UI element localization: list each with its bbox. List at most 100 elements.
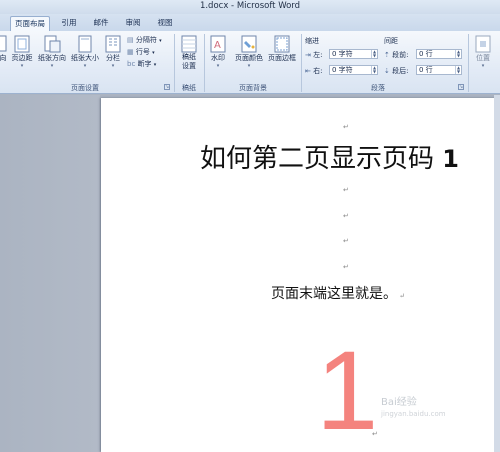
vertical-scrollbar[interactable] xyxy=(494,95,500,452)
page-border-label: 页面边框 xyxy=(268,54,296,62)
tab-references[interactable]: 引用 xyxy=(56,16,82,31)
margins-button[interactable]: 页边距 ▾ xyxy=(10,35,34,69)
columns-label: 分栏 xyxy=(106,54,120,62)
spacing-after-icon: ⇣ xyxy=(384,67,390,75)
indent-right-field[interactable]: 0 字符 ▲ ▼ xyxy=(329,65,378,75)
columns-button[interactable]: 分栏 ▾ xyxy=(103,35,123,69)
paragraph-mark: ↵ xyxy=(397,292,406,300)
paper-direction-button[interactable]: 纸张方向 ▾ xyxy=(36,35,68,69)
columns-icon xyxy=(105,35,121,53)
orientation-button[interactable]: 向 xyxy=(0,35,9,63)
line-numbers-icon: ▦ xyxy=(127,48,134,56)
svg-text:A: A xyxy=(214,40,221,51)
group-separator xyxy=(468,34,469,92)
paragraph-mark: ↵ xyxy=(372,430,378,438)
chevron-down-icon: ▾ xyxy=(50,63,54,69)
position-button[interactable]: 位置 ▾ xyxy=(472,35,494,69)
page-color-button[interactable]: 页面颜色 ▾ xyxy=(233,35,265,69)
group-separator xyxy=(174,34,175,92)
watermark-label: 水印 xyxy=(211,54,225,62)
tab-review[interactable]: 审阅 xyxy=(120,16,146,31)
breaks-icon: ▤ xyxy=(127,36,134,44)
group-label-manuscript: 稿纸 xyxy=(182,84,196,92)
chevron-down-icon: ▾ xyxy=(247,63,251,69)
document-heading: 如何第二页显示页码 1 xyxy=(200,138,459,175)
spacing-after-label: ⇣ 段后: xyxy=(384,67,409,75)
window-title: 1.docx - Microsoft Word xyxy=(199,1,301,11)
paper-size-label: 纸张大小 xyxy=(71,54,99,62)
spacing-before-field[interactable]: 0 行 ▲ ▼ xyxy=(416,49,462,59)
page-border-button[interactable]: 页面边框 xyxy=(266,35,298,63)
position-label: 位置 xyxy=(476,54,490,62)
indent-right-label: ⇤ 右: xyxy=(305,67,323,75)
page-color-label: 页面颜色 xyxy=(235,54,263,62)
paper-direction-label: 纸张方向 xyxy=(38,54,66,62)
margins-icon xyxy=(14,35,30,53)
paragraph-mark: ↵ xyxy=(343,212,349,220)
paragraph-launcher-icon[interactable]: ↘ xyxy=(458,84,464,90)
page-setup-launcher-icon[interactable]: ↘ xyxy=(164,84,170,90)
page-border-icon xyxy=(274,35,290,53)
watermark-logo: Bai经验 jingyan.baidu.com xyxy=(381,397,446,418)
manuscript-setup-button[interactable]: 稿纸 设置 xyxy=(178,35,200,71)
hyphenation-label: 断字 xyxy=(137,60,152,68)
paragraph-mark: ↵ xyxy=(343,186,349,194)
indent-left-label: ⇥ 左: xyxy=(305,51,323,59)
title-bar: 1.docx - Microsoft Word xyxy=(0,0,500,14)
paragraph-mark: ↵ xyxy=(343,123,349,131)
breaks-label: 分隔符 xyxy=(135,36,157,44)
watermark-button[interactable]: A 水印 ▾ xyxy=(208,35,228,69)
group-label-page-setup: 页面设置 xyxy=(71,84,99,92)
group-separator xyxy=(204,34,205,92)
chevron-down-icon: ▾ xyxy=(216,63,220,69)
position-icon xyxy=(475,35,491,53)
line-numbers-label: 行号 xyxy=(135,48,150,56)
spacing-before-icon: ⇡ xyxy=(384,51,390,59)
indent-left-field[interactable]: 0 字符 ▲ ▼ xyxy=(329,49,378,59)
page-number: 1 xyxy=(316,328,379,452)
tab-page-layout[interactable]: 页面布局 xyxy=(10,16,50,31)
chevron-down-icon: ▾ xyxy=(152,50,155,56)
paper-size-button[interactable]: 纸张大小 ▾ xyxy=(69,35,101,69)
indent-left-icon: ⇥ xyxy=(305,51,311,59)
left-gutter xyxy=(0,95,100,452)
indent-right-icon: ⇤ xyxy=(305,67,311,75)
orientation-label: 向 xyxy=(0,54,7,62)
chevron-down-icon: ▾ xyxy=(83,63,87,69)
chevron-down-icon: ▾ xyxy=(153,62,157,68)
chevron-down-icon: ▾ xyxy=(20,63,24,69)
spinner-arrows-icon[interactable]: ▲ ▼ xyxy=(371,66,377,74)
line-numbers-button[interactable]: ▦ 行号 ▾ xyxy=(127,47,155,57)
manuscript-setup-label: 稿纸 设置 xyxy=(182,53,196,70)
hyphenation-button[interactable]: bc 断字 ▾ xyxy=(127,59,156,69)
chevron-down-icon: ▾ xyxy=(111,63,115,69)
orientation-icon xyxy=(0,35,7,52)
heading-number: 1 xyxy=(442,145,459,173)
page-color-icon xyxy=(241,35,257,53)
group-separator xyxy=(301,34,302,92)
group-label-paragraph: 段落 xyxy=(371,84,385,92)
group-label-page-background: 页面背景 xyxy=(239,84,267,92)
hyphenation-icon: bc xyxy=(127,60,136,68)
paragraph-mark: ↵ xyxy=(343,237,349,245)
manuscript-icon xyxy=(181,35,197,53)
spacing-before-label: ⇡ 段前: xyxy=(384,51,409,59)
spinner-arrows-icon[interactable]: ▲ ▼ xyxy=(455,66,461,74)
indent-header: 缩进 xyxy=(305,37,319,45)
tab-mailings[interactable]: 邮件 xyxy=(88,16,114,31)
spinner-arrows-icon[interactable]: ▲ ▼ xyxy=(371,50,377,58)
watermark-icon: A xyxy=(210,35,226,53)
spacing-header: 间距 xyxy=(384,37,398,45)
paper-size-icon xyxy=(78,35,92,53)
paragraph-mark: ↵ xyxy=(343,263,349,271)
spinner-arrows-icon[interactable]: ▲ ▼ xyxy=(455,50,461,58)
ribbon: 向 页边距 ▾ 纸张方向 ▾ 纸张大小 ▾ 分栏 ▾ ▤ 分隔符 ▾ ▦ 行号 … xyxy=(0,31,500,94)
margins-label: 页边距 xyxy=(11,54,33,62)
chevron-down-icon: ▾ xyxy=(159,38,162,44)
paper-direction-icon xyxy=(44,35,61,53)
document-body-line: 页面末端这里就是。 ↵ xyxy=(271,286,406,302)
spacing-after-field[interactable]: 0 行 ▲ ▼ xyxy=(416,65,462,75)
tab-view[interactable]: 视图 xyxy=(152,16,178,31)
heading-text: 如何第二页显示页码 xyxy=(200,144,443,174)
breaks-button[interactable]: ▤ 分隔符 ▾ xyxy=(127,35,162,45)
